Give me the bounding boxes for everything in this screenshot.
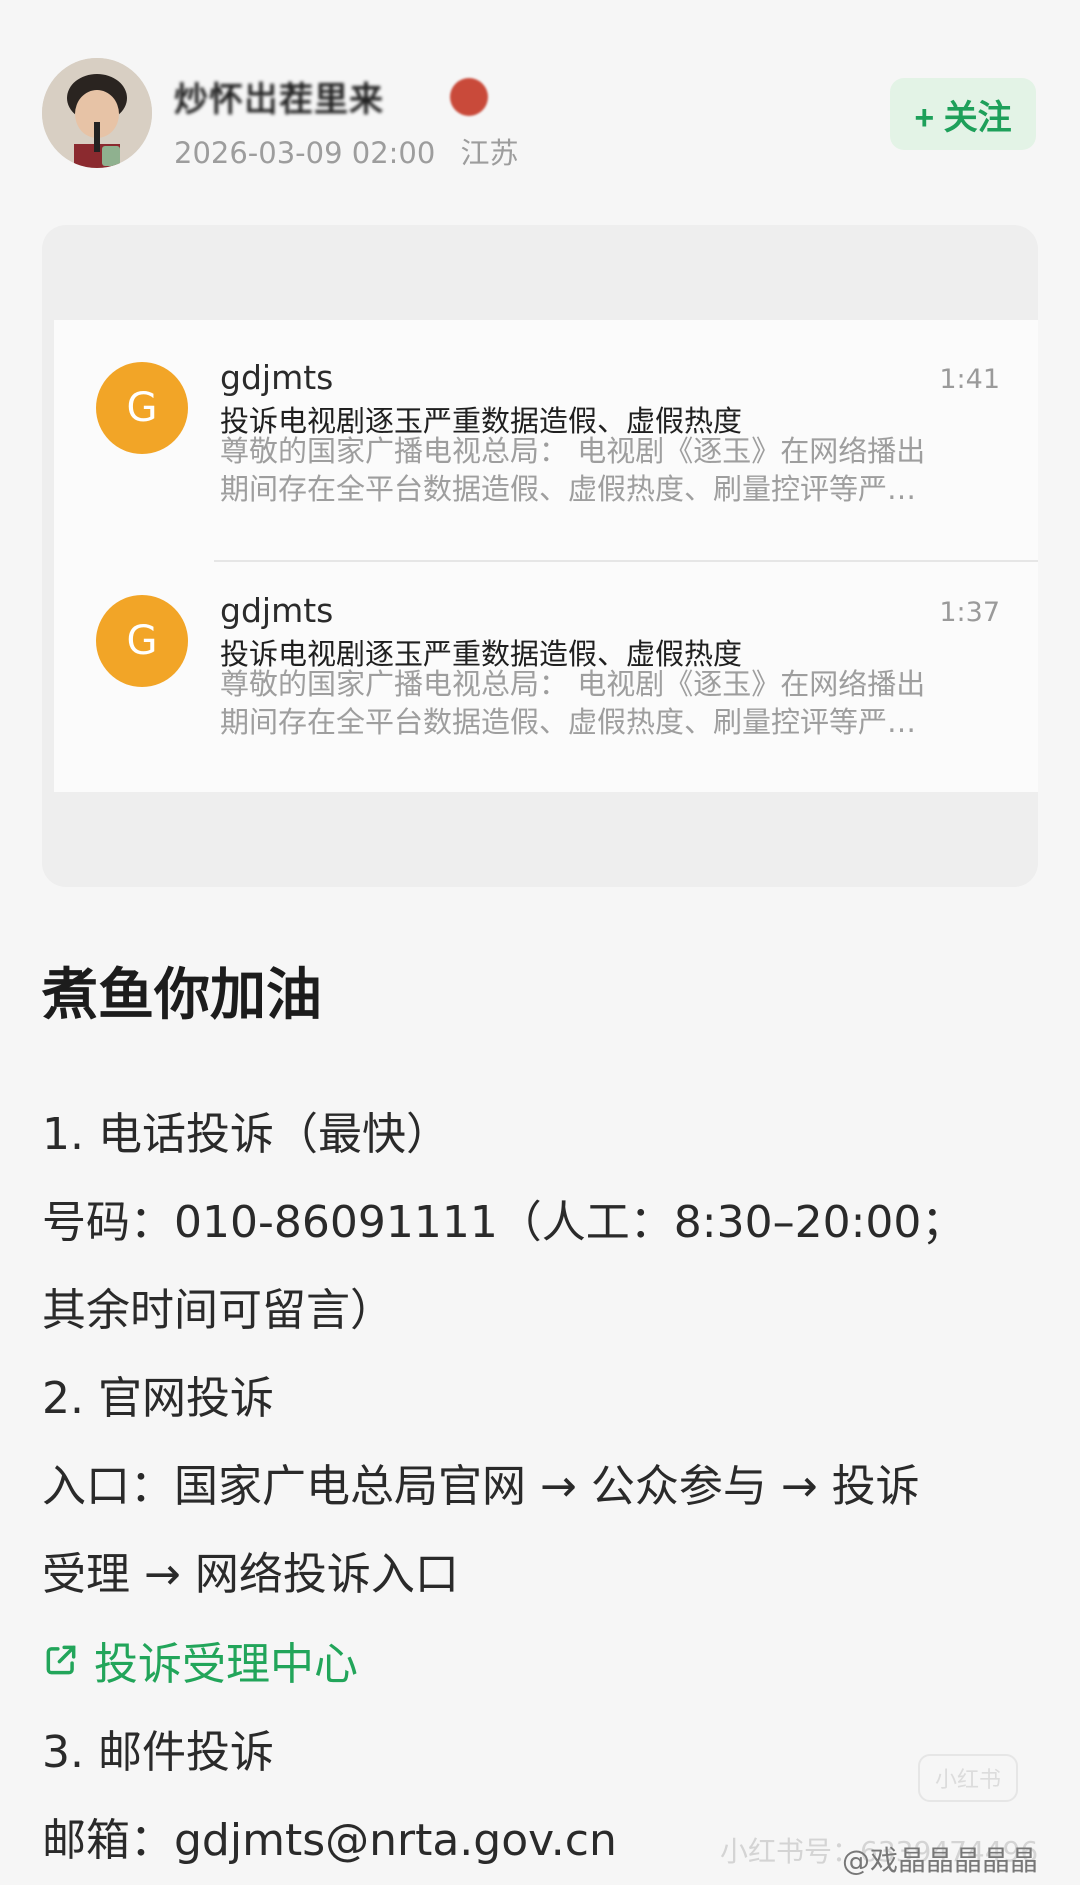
- mail-preview-line: 尊敬的国家广播电视总局： 电视剧《逐玉》在网络播出: [220, 434, 926, 468]
- post-date: 2026-03-09 02:00: [174, 136, 436, 170]
- mail-preview: 尊敬的国家广播电视总局： 电视剧《逐玉》在网络播出 期间存在全平台数据造假、虚假…: [220, 432, 1000, 508]
- mail-avatar: G: [96, 362, 188, 454]
- body-line: 其余时间可留言）: [42, 1285, 394, 1336]
- mail-preview-line: 尊敬的国家广播电视总局： 电视剧《逐玉》在网络播出: [220, 667, 926, 701]
- body-line: 入口：国家广电总局官网 → 公众参与 → 投诉: [42, 1461, 920, 1512]
- author-name[interactable]: 炒怀岀茬里来: [174, 72, 384, 121]
- avatar-image: [42, 58, 152, 168]
- mail-list: G gdjmts 1:41 投诉电视剧逐玉严重数据造假、虚假热度 尊敬的国家广播…: [54, 320, 1038, 792]
- post-header: 炒怀岀茬里来 2026-03-09 02:00 江苏 + 关注: [0, 0, 1080, 190]
- mail-time: 1:41: [939, 364, 1000, 395]
- mail-sender: gdjmts: [220, 358, 334, 397]
- complaint-center-link[interactable]: 投诉受理中心: [42, 1628, 358, 1692]
- follow-button[interactable]: + 关注: [890, 78, 1036, 150]
- mail-preview-line: 期间存在全平台数据造假、虚假热度、刷量控评等严…: [220, 705, 917, 739]
- mail-preview-line: 期间存在全平台数据造假、虚假热度、刷量控评等严…: [220, 472, 917, 506]
- link-label[interactable]: 投诉受理中心: [94, 1628, 358, 1692]
- body-line: 1. 电话投诉（最快）: [42, 1109, 450, 1160]
- emoji-icon: [450, 78, 488, 116]
- mail-sender: gdjmts: [220, 591, 334, 630]
- post-title: 煮鱼你加油: [42, 963, 322, 1028]
- body-line: 2. 官网投诉: [42, 1373, 274, 1424]
- xhs-badge: 小红书: [918, 1754, 1018, 1802]
- mail-preview: 尊敬的国家广播电视总局： 电视剧《逐玉》在网络播出 期间存在全平台数据造假、虚假…: [220, 665, 1000, 741]
- mail-time: 1:37: [939, 597, 1000, 628]
- mail-avatar: G: [96, 595, 188, 687]
- post-page: 炒怀岀茬里来 2026-03-09 02:00 江苏 + 关注 G gdjmts…: [0, 0, 1080, 1885]
- mail-item[interactable]: G gdjmts 1:41 投诉电视剧逐玉严重数据造假、虚假热度 尊敬的国家广播…: [54, 320, 1038, 555]
- post-meta: 2026-03-09 02:00 江苏: [174, 130, 535, 172]
- body-line: 受理 → 网络投诉入口: [42, 1549, 459, 1600]
- body-line: 邮箱：gdjmts@nrta.gov.cn: [42, 1815, 617, 1866]
- author-avatar[interactable]: [42, 58, 152, 168]
- mail-item[interactable]: G gdjmts 1:37 投诉电视剧逐玉严重数据造假、虚假热度 尊敬的国家广播…: [54, 555, 1038, 790]
- email-screenshot-card[interactable]: G gdjmts 1:41 投诉电视剧逐玉严重数据造假、虚假热度 尊敬的国家广播…: [42, 225, 1038, 887]
- weibo-watermark: @戏晶晶晶晶晶: [841, 1844, 1038, 1877]
- external-link-icon: [46, 1645, 76, 1675]
- post-location: 江苏: [460, 136, 519, 170]
- body-line: 号码：010-86091111（人工：8:30–20:00；: [42, 1197, 966, 1248]
- body-line: 3. 邮件投诉: [42, 1727, 274, 1778]
